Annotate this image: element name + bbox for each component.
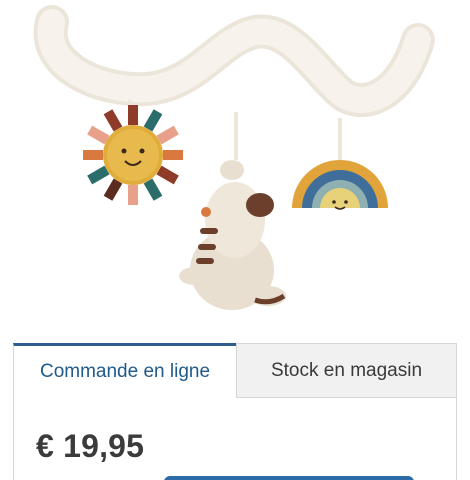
- rainbow-toy: [292, 160, 388, 210]
- tab-online-order-label: Commande en ligne: [39, 361, 211, 382]
- tiger-toy: [179, 160, 286, 310]
- sun-toy: [83, 105, 183, 205]
- tab-online-order[interactable]: Commande en ligne: [13, 343, 236, 398]
- tab-store-stock[interactable]: Stock en magasin: [236, 343, 457, 398]
- add-to-cart-button[interactable]: [164, 476, 414, 480]
- spiral-arch: [33, 5, 435, 117]
- tab-store-stock-label: Stock en magasin: [270, 359, 423, 381]
- order-tabs: Commande en ligne Stock en magasin: [13, 343, 457, 398]
- online-order-panel: € 19,95: [13, 398, 457, 480]
- product-image: [33, 5, 435, 310]
- product-price: € 19,95: [36, 428, 145, 464]
